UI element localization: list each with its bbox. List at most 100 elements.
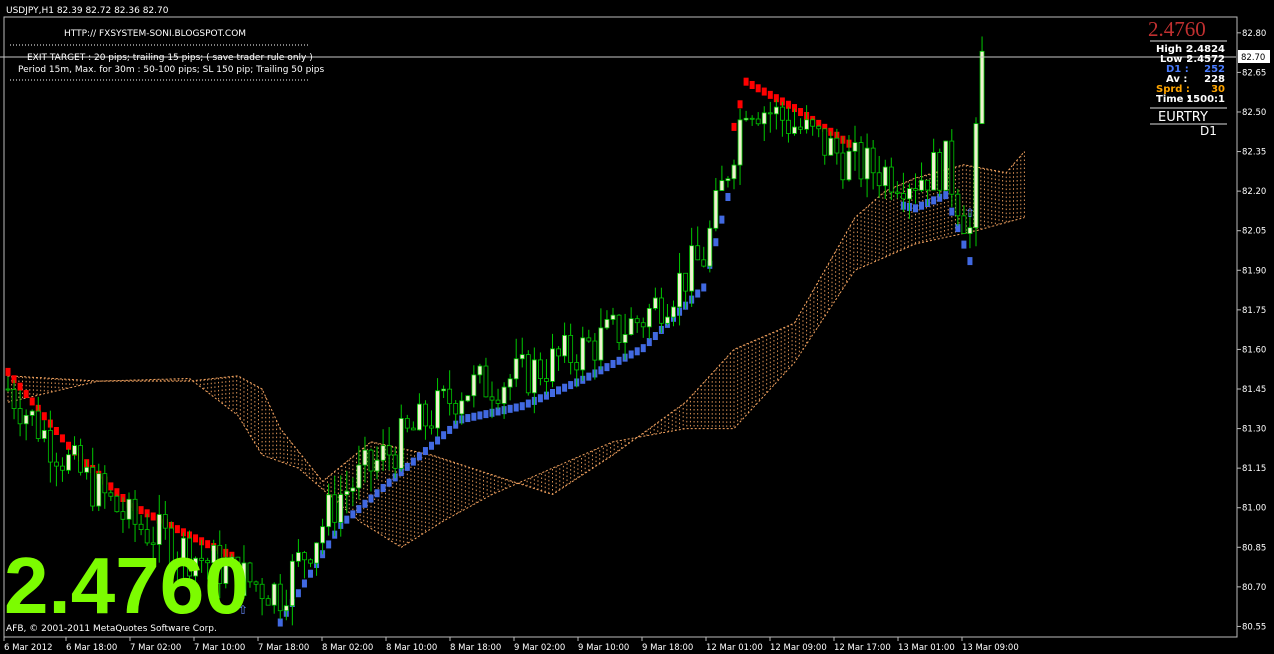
candle-body (761, 112, 767, 125)
time-tick-label: 7 Mar 18:00 (258, 643, 309, 653)
uptrend-marker (525, 399, 531, 408)
time-tick-label: 8 Mar 18:00 (450, 643, 501, 653)
candle-body (295, 552, 301, 562)
candle-body (677, 272, 682, 308)
uptrend-marker (550, 389, 555, 397)
candle-body (459, 400, 465, 415)
last-price-tag: 82.70 (1241, 53, 1265, 63)
candle-body (671, 306, 676, 318)
panel-tf: D1 (1200, 124, 1217, 138)
downtrend-marker (150, 512, 156, 521)
candle-body (846, 150, 852, 181)
uptrend-marker (404, 462, 410, 471)
candle-body (277, 583, 283, 612)
candle-body (937, 152, 943, 191)
copyright-label: AFB, © 2001-2011 MetaQuotes Software Cor… (6, 624, 217, 634)
candle-body (804, 119, 809, 130)
candle-body (156, 514, 162, 545)
candle-body (11, 389, 17, 409)
uptrend-marker (326, 540, 332, 549)
downtrend-marker (749, 80, 755, 89)
candle-body (525, 354, 531, 394)
uptrend-marker (943, 191, 949, 200)
uptrend-marker (556, 386, 562, 395)
candle-body (907, 188, 912, 200)
price-tick-label: 82.65 (1242, 68, 1266, 78)
uptrend-marker (447, 425, 453, 434)
downtrend-marker (108, 482, 114, 491)
uptrend-marker (507, 404, 513, 413)
candle-body (652, 297, 658, 309)
time-tick-label: 7 Mar 10:00 (194, 643, 245, 653)
uptrend-marker (410, 457, 416, 466)
candle-body (864, 147, 870, 180)
uptrend-marker (416, 452, 422, 461)
candle-body (132, 498, 138, 525)
candle-body (410, 427, 416, 431)
candle-body (786, 119, 791, 134)
cloud-top-line (7, 151, 1025, 496)
candle-body (798, 126, 803, 130)
candle-body (17, 408, 23, 425)
candle-body (453, 403, 459, 415)
candle-body (943, 140, 949, 191)
uptrend-marker (350, 510, 356, 519)
candle-body (628, 318, 634, 335)
candle-body (562, 335, 567, 357)
candle-body (78, 445, 83, 473)
downtrend-marker (798, 108, 804, 117)
uptrend-marker (386, 478, 392, 487)
candle-body (665, 316, 670, 324)
uptrend-marker (471, 412, 477, 421)
uptrend-marker (519, 402, 525, 411)
uptrend-marker (931, 196, 937, 205)
candle-body (767, 112, 773, 115)
candle-body (84, 466, 90, 473)
uptrend-marker (640, 344, 646, 353)
uptrend-marker (477, 411, 483, 420)
candle-body (634, 318, 640, 324)
candle-body (465, 395, 471, 402)
candle-body (66, 454, 71, 471)
candle-body (314, 542, 319, 564)
candle-body (737, 119, 743, 166)
candle-body (392, 454, 398, 469)
uptrend-marker (695, 289, 701, 298)
uptrend-marker (967, 257, 973, 266)
time-tick-label: 12 Mar 01:00 (706, 643, 763, 653)
candle-body (41, 430, 47, 439)
downtrend-marker (59, 434, 65, 443)
candle-body (441, 388, 447, 392)
candle-body (967, 227, 973, 234)
uptrend-marker (562, 383, 568, 392)
time-tick-label: 8 Mar 10:00 (386, 643, 437, 653)
candle-body (701, 259, 707, 267)
time-tick-label: 13 Mar 09:00 (962, 643, 1019, 653)
uptrend-marker (356, 505, 362, 514)
candle-body (683, 272, 688, 292)
uptrend-marker (616, 356, 622, 365)
price-tick-label: 80.55 (1242, 622, 1266, 632)
price-tick-label: 81.45 (1242, 385, 1266, 395)
time-tick-label: 9 Mar 18:00 (642, 643, 693, 653)
candle-body (162, 514, 168, 529)
candle-body (901, 193, 906, 200)
candle-body (495, 399, 501, 404)
price-tick-label: 81.75 (1242, 306, 1266, 316)
uptrend-marker (719, 215, 725, 224)
candle-body (840, 152, 846, 181)
downtrend-marker (29, 397, 35, 406)
candle-body (489, 396, 495, 401)
candle-body (858, 142, 864, 180)
candle-body (828, 137, 834, 156)
uptrend-marker (301, 579, 307, 588)
uptrend-marker (949, 207, 955, 216)
price-axis: 82.80 82.65 82.50 82.35 82.20 82.05 81.90 81.75… (1237, 29, 1266, 632)
candle-body (689, 245, 695, 292)
uptrend-marker (701, 283, 707, 292)
panel-price: 2.4760 (1148, 17, 1206, 41)
price-tick-label: 81.00 (1242, 504, 1266, 514)
candle-body (876, 172, 882, 187)
uptrend-marker (646, 338, 652, 347)
price-chart[interactable]: 82.80 82.65 82.50 82.35 82.20 82.05 81.90 81.75… (0, 0, 1274, 654)
